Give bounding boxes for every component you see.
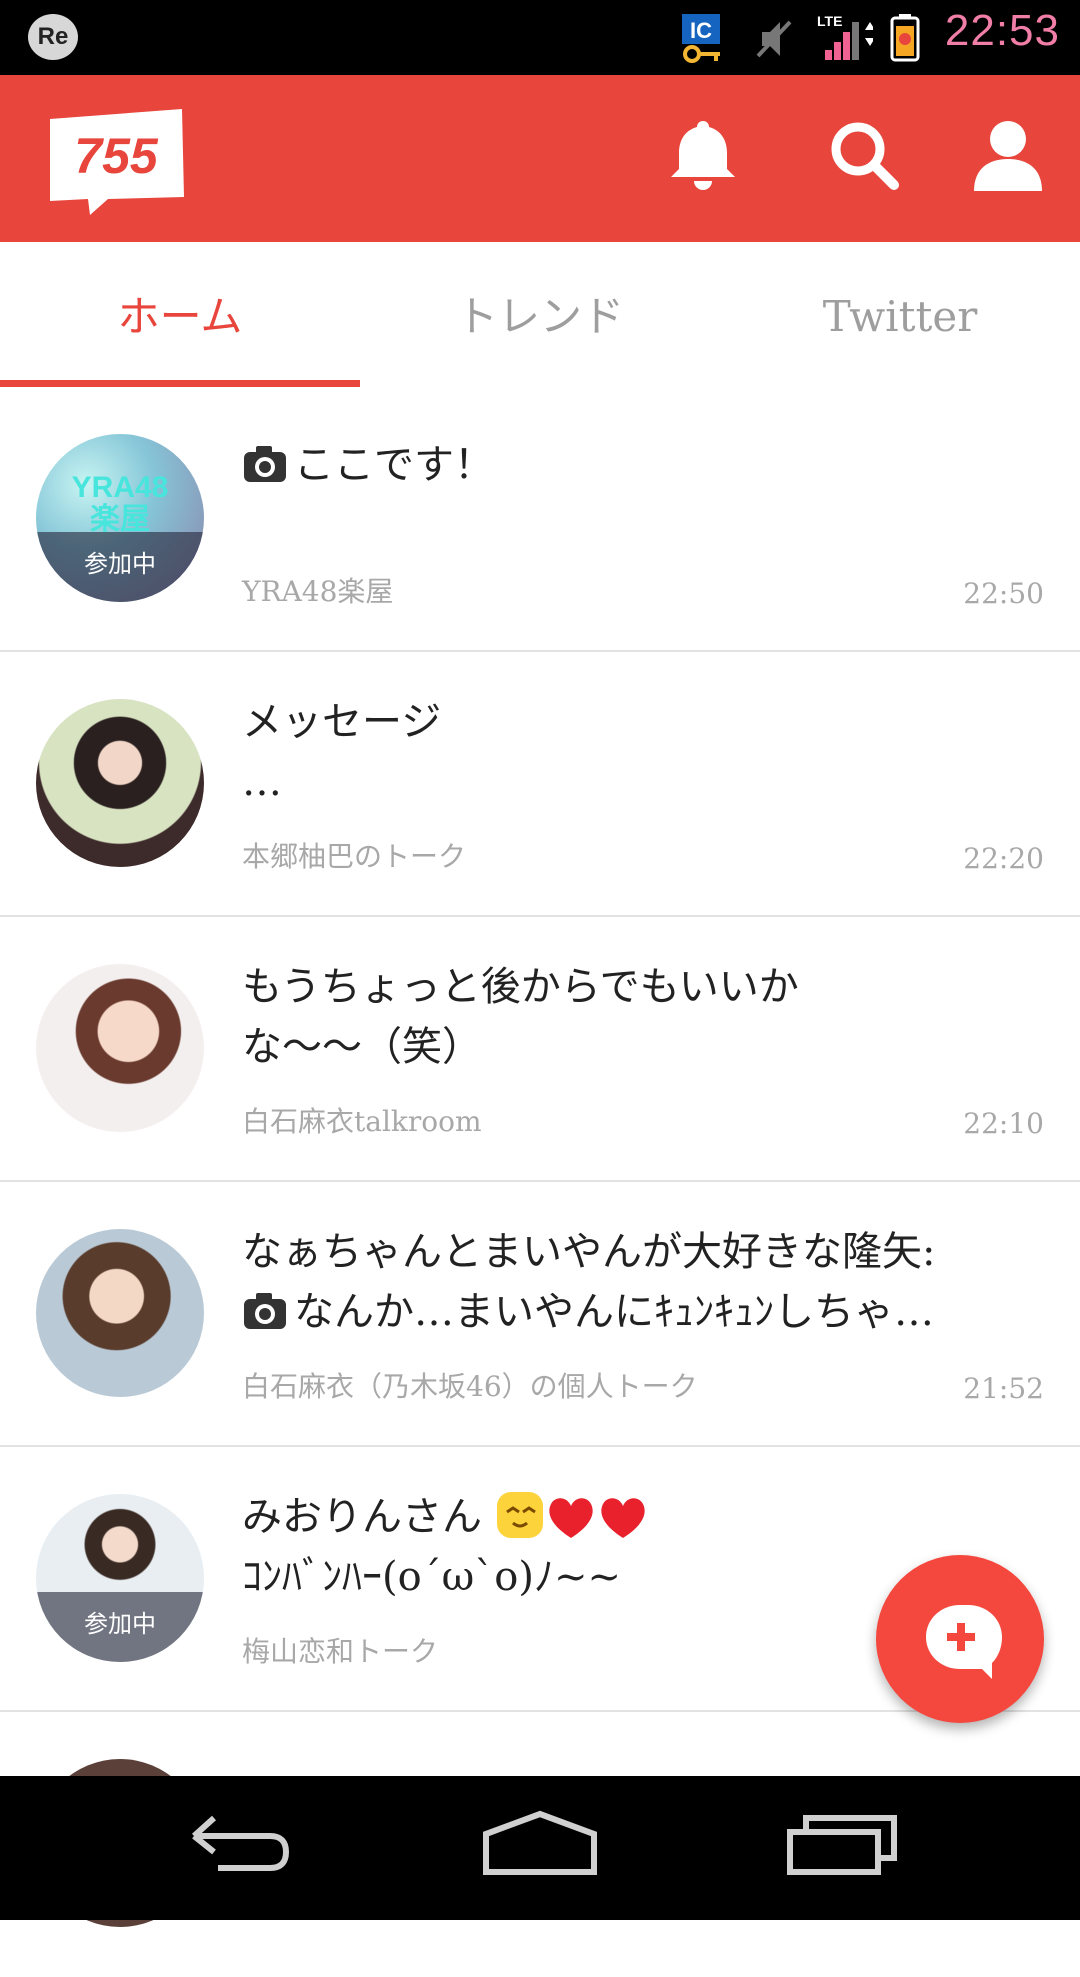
tab-trend[interactable]: トレンド — [360, 242, 720, 387]
mute-icon — [756, 20, 792, 58]
message-time: 22:20 — [963, 842, 1044, 875]
logo-text: 755 — [74, 128, 159, 184]
avatar[interactable]: 参加中 — [36, 1494, 204, 1662]
re-app-icon: Re — [28, 14, 78, 60]
message-line: なんか…まいやんにｷｭﾝｷｭﾝしちゃ… — [294, 1289, 934, 1335]
search-icon[interactable] — [824, 115, 904, 195]
back-icon[interactable] — [178, 1806, 298, 1886]
list-item[interactable]: メッセージ … 本郷柚巴のトーク 22:20 — [0, 652, 1080, 917]
avatar[interactable] — [36, 964, 204, 1132]
message-preview: なぁちゃんとまいやんが大好きな隆矢: なんか…まいやんにｷｭﾝｷｭﾝしちゃ… — [242, 1222, 1002, 1342]
room-name: 梅山恋和トーク — [242, 1635, 439, 1668]
heart-emoji — [601, 1498, 645, 1538]
list-item[interactable]: もうちょっと後からでもいいか な〜〜（笑） 白石麻衣talkroom 22:10 — [0, 917, 1080, 1182]
message-line: もうちょっと後からでもいいか — [242, 964, 799, 1010]
battery-icon — [890, 14, 920, 62]
camera-icon — [244, 446, 286, 482]
smiling-face-emoji — [496, 1492, 543, 1538]
home-icon[interactable] — [480, 1806, 600, 1886]
message-time: 22:50 — [963, 577, 1044, 610]
message-preview: ここです！ — [242, 435, 1002, 495]
avatar[interactable] — [36, 1229, 204, 1397]
heart-emoji — [549, 1498, 593, 1538]
message-line: みおりんさん — [242, 1494, 482, 1540]
bell-icon[interactable] — [663, 115, 743, 195]
message-line: なぁちゃんとまいやんが大好きな隆矢: — [242, 1229, 936, 1275]
active-tab-indicator — [0, 380, 360, 387]
message-line: … — [242, 759, 282, 805]
system-nav-bar — [0, 1776, 1080, 1920]
room-name: 白石麻衣（乃木坂46）の個人トーク — [242, 1370, 698, 1403]
recents-icon[interactable] — [782, 1806, 902, 1886]
new-chat-icon — [926, 1605, 1002, 1679]
app-logo[interactable]: 755 — [46, 105, 188, 215]
camera-icon — [244, 1293, 286, 1329]
profile-icon[interactable] — [968, 115, 1048, 195]
message-line: メッセージ — [242, 699, 442, 745]
room-name: 本郷柚巴のトーク — [242, 840, 467, 873]
message-preview: もうちょっと後からでもいいか な〜〜（笑） — [242, 957, 1002, 1077]
app-bar: 755 — [0, 75, 1080, 242]
tab-bar: ホーム トレンド Twitter — [0, 242, 1080, 387]
message-time: 21:52 — [963, 1372, 1044, 1405]
room-name: 白石麻衣talkroom — [242, 1105, 482, 1138]
lte-signal-icon: LTE — [817, 13, 873, 60]
ic-label: IC — [690, 18, 712, 43]
tab-twitter[interactable]: Twitter — [720, 242, 1080, 387]
ic-card-icon: IC — [682, 14, 720, 63]
status-clock: 22:53 — [944, 6, 1060, 55]
message-line: ここです！ — [294, 442, 494, 488]
joined-badge: 参加中 — [36, 1592, 204, 1662]
message-line: な〜〜（笑） — [242, 1024, 482, 1070]
status-bar: Re IC LTE 22:53 — [0, 0, 1080, 75]
avatar[interactable]: YRA48 楽屋 参加中 — [36, 434, 204, 602]
list-item[interactable]: なぁちゃんとまいやんが大好きな隆矢: なんか…まいやんにｷｭﾝｷｭﾝしちゃ… 白… — [0, 1182, 1080, 1447]
avatar-text: YRA48 楽屋 — [71, 471, 169, 536]
network-label: LTE — [817, 13, 842, 29]
new-chat-button[interactable] — [876, 1555, 1044, 1723]
room-name: YRA48楽屋 — [242, 575, 394, 608]
message-time: 22:10 — [963, 1107, 1044, 1140]
joined-badge: 参加中 — [36, 532, 204, 602]
list-item[interactable]: YRA48 楽屋 参加中 ここです！ YRA48楽屋 22:50 — [0, 387, 1080, 652]
message-preview: メッセージ … — [242, 692, 1002, 812]
tab-home[interactable]: ホーム — [0, 242, 360, 387]
avatar[interactable] — [36, 699, 204, 867]
